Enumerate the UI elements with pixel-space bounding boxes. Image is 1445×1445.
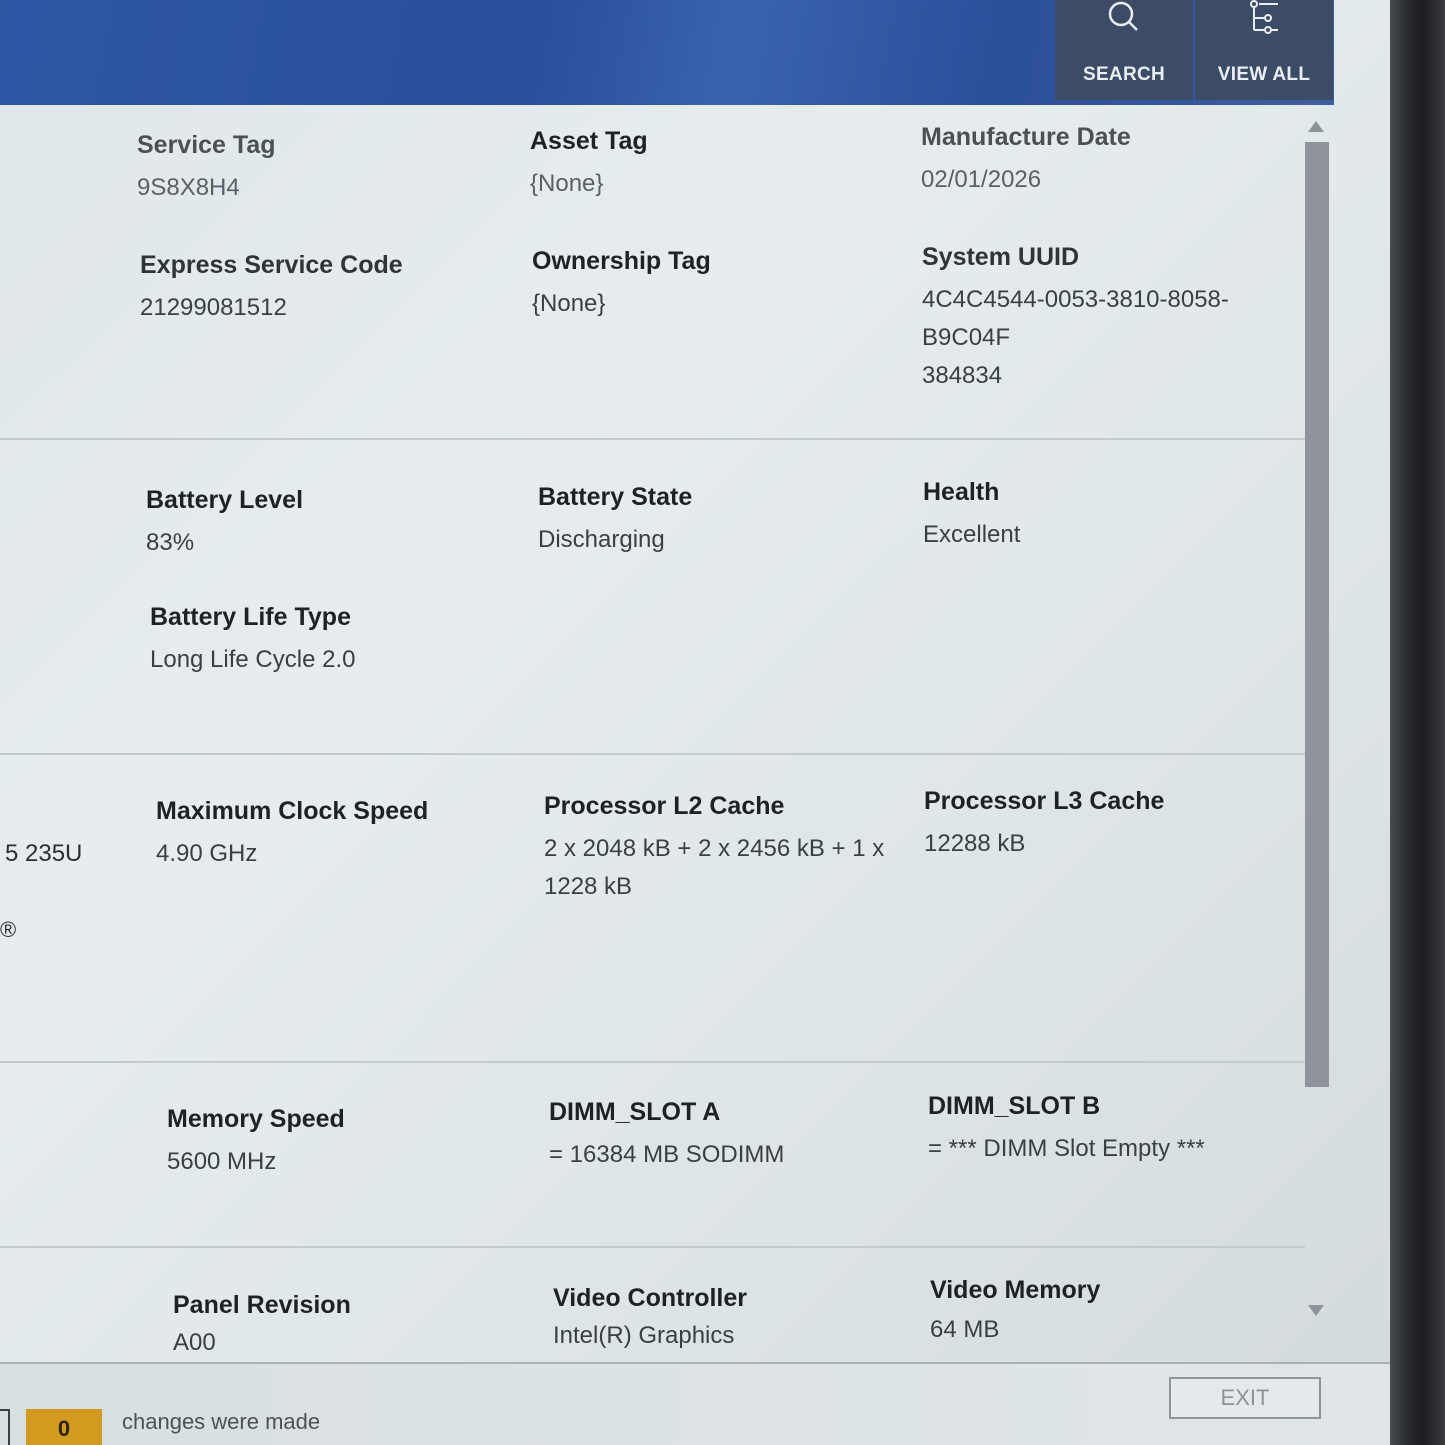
battery-level-field: Battery Level 83% <box>146 486 303 562</box>
service-tag-value: 9S8X8H4 <box>137 174 240 201</box>
system-uuid-value-line1: 4C4C4544-0053-3810-8058-B9C04F <box>922 286 1229 351</box>
view-all-label: VIEW ALL <box>1217 64 1311 85</box>
health-label: Health <box>923 478 1000 506</box>
manufacture-date-field: Manufacture Date 02/01/2026 <box>921 123 1131 199</box>
content-pane: Service Tag 9S8X8H4 Asset Tag {None} Man… <box>0 105 1305 1365</box>
l2-cache-label: Processor L2 Cache <box>544 792 785 820</box>
video-controller-field: Video Controller Intel(R) Graphics <box>553 1284 747 1355</box>
battery-state-value: Discharging <box>538 526 665 553</box>
battery-state-field: Battery State Discharging <box>538 483 692 559</box>
dimm-slot-b-label: DIMM_SLOT B <box>928 1092 1101 1120</box>
l3-cache-value: 12288 kB <box>924 830 1026 857</box>
l3-cache-label: Processor L3 Cache <box>924 787 1165 815</box>
video-controller-label: Video Controller <box>553 1284 748 1312</box>
scroll-up-arrow-icon[interactable] <box>1308 121 1324 132</box>
video-memory-label: Video Memory <box>930 1276 1101 1304</box>
battery-life-type-value: Long Life Cycle 2.0 <box>150 646 356 673</box>
l2-cache-value-line2: 1228 kB <box>544 873 633 900</box>
search-button[interactable]: SEARCH <box>1055 0 1193 100</box>
panel-revision-label: Panel Revision <box>173 1291 351 1319</box>
memory-speed-label: Memory Speed <box>167 1105 345 1133</box>
video-memory-field: Video Memory 64 MB <box>930 1276 1100 1349</box>
express-service-code-field: Express Service Code 21299081512 <box>140 251 403 327</box>
dimm-slot-a-label: DIMM_SLOT A <box>549 1098 721 1126</box>
manufacture-date-label: Manufacture Date <box>921 123 1131 151</box>
video-memory-value: 64 MB <box>930 1316 1000 1343</box>
battery-section: Battery Level 83% Battery State Discharg… <box>0 440 1305 755</box>
dimm-slot-b-value: = *** DIMM Slot Empty *** <box>928 1135 1205 1162</box>
battery-level-value: 83% <box>146 529 195 556</box>
exit-button[interactable]: EXIT <box>1169 1377 1321 1419</box>
max-clock-speed-label: Maximum Clock Speed <box>156 797 429 825</box>
system-info-screen: SEARCH VIEW ALL Service Tag 9S8X8H4 Asse… <box>0 0 1390 1445</box>
system-uuid-label: System UUID <box>922 243 1079 271</box>
view-all-button[interactable]: VIEW ALL <box>1195 0 1333 100</box>
footer-left-box <box>0 1409 10 1445</box>
l3-cache-field: Processor L3 Cache 12288 kB <box>924 787 1164 863</box>
max-clock-speed-field: Maximum Clock Speed 4.90 GHz <box>156 797 428 873</box>
express-service-code-value: 21299081512 <box>140 294 287 321</box>
battery-state-label: Battery State <box>538 483 693 511</box>
processor-model-partial: 5 235U <box>5 840 83 867</box>
asset-tag-label: Asset Tag <box>530 127 648 155</box>
changes-count-badge: 0 <box>26 1409 102 1445</box>
system-uuid-field: System UUID 4C4C4544-0053-3810-8058-B9C0… <box>922 243 1305 395</box>
panel-revision-field: Panel Revision A00 <box>173 1291 351 1362</box>
manufacture-date-value: 02/01/2026 <box>921 166 1042 193</box>
service-tag-field: Service Tag 9S8X8H4 <box>137 131 276 207</box>
processor-section: 5 235U ® Maximum Clock Speed 4.90 GHz Pr… <box>0 755 1305 1063</box>
header-bar: SEARCH VIEW ALL <box>0 0 1334 105</box>
scroll-down-arrow-icon[interactable] <box>1308 1305 1324 1316</box>
footer-bar: 0 changes were made EXIT <box>0 1362 1390 1445</box>
ownership-tag-label: Ownership Tag <box>532 247 711 275</box>
memory-speed-field: Memory Speed 5600 MHz <box>167 1105 345 1181</box>
memory-section: Memory Speed 5600 MHz DIMM_SLOT A = 1638… <box>0 1063 1305 1248</box>
scroll-thumb[interactable] <box>1305 142 1329 1087</box>
video-controller-value: Intel(R) Graphics <box>553 1322 735 1349</box>
changes-status-text: changes were made <box>122 1409 321 1434</box>
max-clock-speed-value: 4.90 GHz <box>156 840 258 867</box>
identity-section: Service Tag 9S8X8H4 Asset Tag {None} Man… <box>0 105 1305 440</box>
l2-cache-value-line1: 2 x 2048 kB + 2 x 2456 kB + 1 x <box>544 835 885 862</box>
battery-level-label: Battery Level <box>146 486 304 514</box>
video-section: Panel Revision A00 Video Controller Inte… <box>0 1248 1305 1365</box>
vertical-scrollbar[interactable] <box>1303 115 1329 1330</box>
panel-revision-value: A00 <box>173 1329 216 1356</box>
health-field: Health Excellent <box>923 478 1020 554</box>
ownership-tag-field: Ownership Tag {None} <box>532 247 711 323</box>
express-service-code-label: Express Service Code <box>140 251 403 279</box>
search-label: SEARCH <box>1082 64 1166 85</box>
l2-cache-field: Processor L2 Cache 2 x 2048 kB + 2 x 245… <box>544 792 884 906</box>
health-value: Excellent <box>923 521 1021 548</box>
dimm-slot-b-field: DIMM_SLOT B = *** DIMM Slot Empty *** <box>928 1092 1205 1168</box>
view-all-icon <box>1250 0 1278 34</box>
monitor-bezel <box>1390 0 1445 1445</box>
service-tag-label: Service Tag <box>137 131 276 159</box>
search-icon <box>1108 1 1138 31</box>
system-uuid-value-line2: 384834 <box>922 362 1003 389</box>
registered-mark-partial: ® <box>0 917 17 942</box>
memory-speed-value: 5600 MHz <box>167 1148 277 1175</box>
asset-tag-value: {None} <box>530 170 604 197</box>
battery-life-type-label: Battery Life Type <box>150 603 351 631</box>
battery-life-type-field: Battery Life Type Long Life Cycle 2.0 <box>150 603 355 679</box>
asset-tag-field: Asset Tag {None} <box>530 127 648 203</box>
ownership-tag-value: {None} <box>532 290 606 317</box>
dimm-slot-a-field: DIMM_SLOT A = 16384 MB SODIMM <box>549 1098 784 1174</box>
dimm-slot-a-value: = 16384 MB SODIMM <box>549 1141 785 1168</box>
